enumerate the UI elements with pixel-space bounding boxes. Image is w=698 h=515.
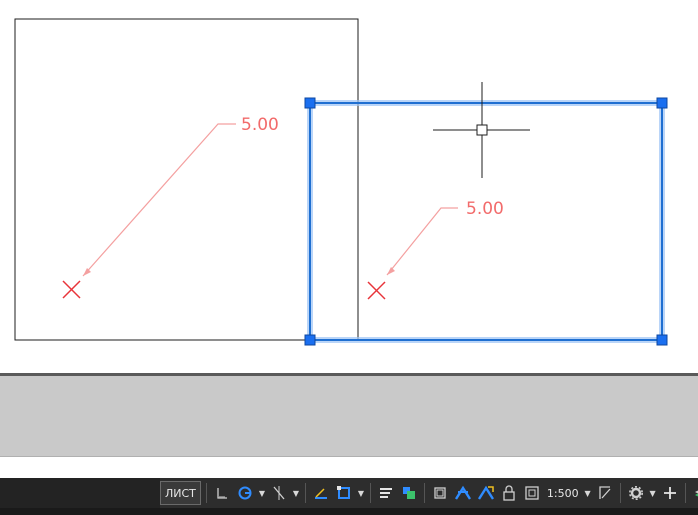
- chevron-down-icon[interactable]: ▼: [292, 482, 300, 504]
- separator: [369, 483, 371, 503]
- dimension-text-right[interactable]: 5.00: [466, 199, 504, 219]
- separator: [205, 483, 207, 503]
- lineweight-icon[interactable]: [376, 482, 396, 504]
- transparency-icon[interactable]: [399, 482, 419, 504]
- osnap-tracking-icon[interactable]: [269, 482, 289, 504]
- dimension-text-left[interactable]: 5.00: [241, 115, 279, 135]
- workspace-gear-icon[interactable]: [626, 482, 646, 504]
- separator: [304, 483, 306, 503]
- plus-icon[interactable]: [660, 482, 680, 504]
- status-bar: ЛИСТ ▼ ▼ ▼ 1:500 ▼ ▼: [0, 478, 698, 508]
- annotation-scale-dropdown[interactable]: 1:500: [545, 482, 581, 504]
- layout-tab-button[interactable]: ЛИСТ: [160, 481, 201, 505]
- layers-icon[interactable]: [691, 482, 698, 504]
- dimension-leader-right[interactable]: [386, 207, 458, 276]
- object-snap-icon[interactable]: [334, 482, 354, 504]
- left-rectangle[interactable]: [14, 18, 359, 341]
- chevron-down-icon[interactable]: ▼: [258, 482, 266, 504]
- auto-scale-icon[interactable]: [476, 482, 496, 504]
- dimension-leader-left[interactable]: [82, 123, 236, 277]
- selection-cycling-icon[interactable]: [430, 482, 450, 504]
- chevron-down-icon[interactable]: ▼: [357, 482, 365, 504]
- annotation-visibility-icon[interactable]: [453, 482, 473, 504]
- taskbar-edge: [0, 508, 698, 515]
- dynamic-ucs-icon[interactable]: [311, 482, 331, 504]
- isolate-objects-icon[interactable]: [522, 482, 542, 504]
- polar-tracking-icon[interactable]: [235, 482, 255, 504]
- grip-top-left[interactable]: [304, 97, 316, 109]
- lock-ui-icon[interactable]: [499, 482, 519, 504]
- x-marker-right[interactable]: [367, 281, 386, 300]
- grip-bottom-right[interactable]: [656, 334, 668, 346]
- chevron-down-icon[interactable]: ▼: [584, 482, 592, 504]
- grip-bottom-left[interactable]: [304, 334, 316, 346]
- layout-tab-label: ЛИСТ: [165, 486, 196, 500]
- status-bar-tools: ЛИСТ ▼ ▼ ▼ 1:500 ▼ ▼: [160, 481, 698, 505]
- crosshair-cursor: [433, 82, 530, 178]
- separator: [619, 483, 621, 503]
- command-panel: [0, 376, 698, 457]
- status-bar-left-area: [0, 478, 160, 508]
- annotation-scale-value: 1:500: [546, 486, 579, 500]
- selected-rectangle[interactable]: [309, 102, 663, 341]
- x-marker-left[interactable]: [62, 280, 81, 299]
- grip-top-right[interactable]: [656, 97, 668, 109]
- separator: [423, 483, 425, 503]
- separator: [684, 483, 686, 503]
- command-line-area[interactable]: [0, 457, 698, 478]
- grid-snap-icon[interactable]: [212, 482, 232, 504]
- chevron-down-icon[interactable]: ▼: [649, 482, 657, 504]
- viewport-scale-lock-icon[interactable]: [595, 482, 615, 504]
- drawing-canvas[interactable]: 5.00 5.00: [0, 0, 698, 374]
